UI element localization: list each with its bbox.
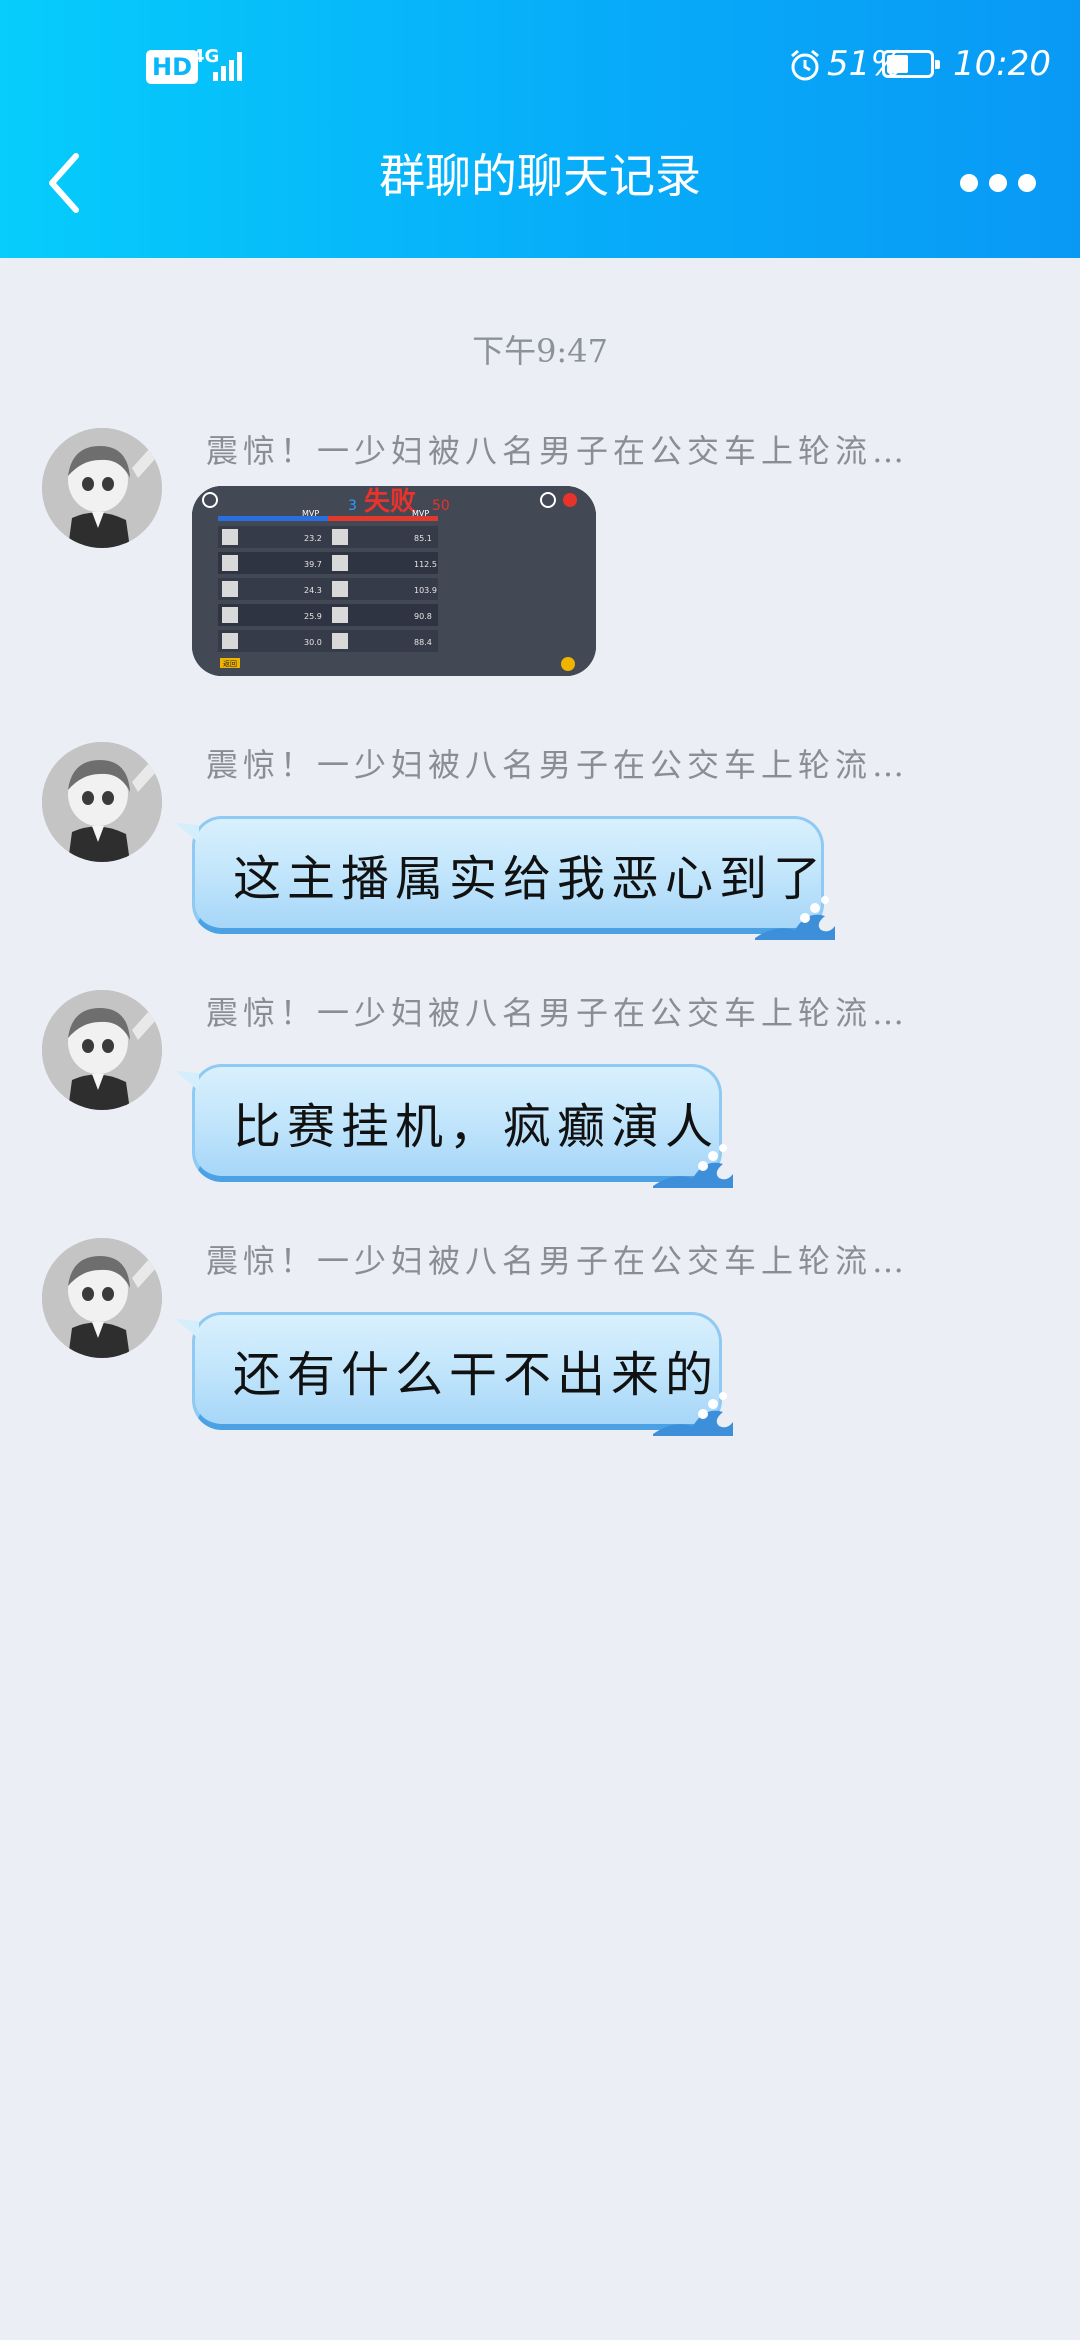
avatar[interactable]	[42, 428, 162, 548]
message-text: 还有什么干不出来的	[233, 1346, 720, 1403]
message-text: 比赛挂机，疯癫演人	[233, 1098, 720, 1155]
score-left: 3	[348, 498, 357, 514]
left-mvp-score: 39.7	[304, 560, 322, 569]
avatar-image	[42, 742, 162, 862]
game-row	[218, 630, 438, 652]
signal-icon	[213, 52, 242, 81]
left-mvp-score: 25.9	[304, 612, 322, 621]
right-mvp-score: 88.4	[414, 638, 432, 647]
wave-decoration-icon	[653, 1392, 733, 1436]
player-avatar	[222, 607, 238, 623]
more-dots-icon	[960, 174, 978, 192]
right-mvp-score: 90.8	[414, 612, 432, 621]
battery-icon	[882, 50, 940, 78]
sender-name: 震惊！一少妇被八名男子在公交车上轮流…	[206, 994, 910, 1032]
top-bar: HD 4G 51% 10:20 群聊的聊天记录	[0, 0, 1080, 258]
right-mvp-score: 85.1	[414, 534, 432, 543]
bubble-tail	[175, 1319, 199, 1339]
battery-fill	[887, 55, 908, 73]
wave-decoration-icon	[653, 1144, 733, 1188]
more-dot	[989, 174, 1007, 192]
left-mvp-score: 23.2	[304, 534, 322, 543]
more-button[interactable]	[960, 168, 1036, 198]
left-mvp-header: MVP	[302, 509, 319, 518]
right-mvp-header: MVP	[412, 509, 429, 518]
sender-name: 震惊！一少妇被八名男子在公交车上轮流…	[206, 746, 910, 784]
player-avatar	[222, 529, 238, 545]
player-avatar	[222, 633, 238, 649]
player-avatar	[222, 581, 238, 597]
alarm-icon	[791, 49, 819, 81]
time-divider: 下午9:47	[472, 332, 608, 370]
player-avatar	[332, 555, 348, 571]
game-result-screenshot: 失败 3 50 MVP MVP 23.2 85.1 39.7 112.5 24.3 103…	[192, 486, 596, 676]
more-dot	[1018, 174, 1036, 192]
image-message[interactable]: 失败 3 50 MVP MVP 23.2 85.1 39.7 112.5 24.3 103…	[192, 486, 596, 676]
hd-badge: HD	[146, 50, 199, 84]
battery-tip	[935, 60, 940, 69]
player-avatar	[332, 581, 348, 597]
left-mvp-score: 24.3	[304, 586, 322, 595]
avatar-image	[42, 990, 162, 1110]
wave-decoration-icon	[755, 896, 835, 940]
player-avatar	[332, 633, 348, 649]
game-row	[218, 526, 438, 548]
sender-name: 震惊！一少妇被八名男子在公交车上轮流…	[206, 1242, 910, 1280]
player-avatar	[332, 607, 348, 623]
game-row	[218, 552, 438, 574]
left-mvp-score: 30.0	[304, 638, 322, 647]
score-right: 50	[432, 498, 450, 514]
back-game-button: 返回	[223, 660, 237, 668]
player-avatar	[332, 529, 348, 545]
bubble-tail	[175, 1071, 199, 1091]
bubble-tail	[175, 823, 199, 843]
right-mvp-score: 112.5	[414, 560, 437, 569]
avatar[interactable]	[42, 990, 162, 1110]
message-bubble[interactable]: 还有什么干不出来的	[175, 1312, 733, 1436]
player-avatar	[222, 555, 238, 571]
clock: 10:20	[953, 44, 1051, 84]
message-text: 这主播属实给我恶心到了	[233, 850, 828, 907]
game-row	[218, 604, 438, 626]
sender-name: 震惊！一少妇被八名男子在公交车上轮流…	[206, 432, 910, 470]
game-result: 失败	[364, 487, 416, 517]
status-bar: HD 4G 51% 10:20	[0, 0, 1080, 130]
avatar[interactable]	[42, 742, 162, 862]
avatar[interactable]	[42, 1238, 162, 1358]
page-title: 群聊的聊天记录	[379, 149, 701, 203]
message-bubble[interactable]: 这主播属实给我恶心到了	[175, 816, 835, 940]
avatar-image	[42, 1238, 162, 1358]
game-row	[218, 578, 438, 600]
message-bubble[interactable]: 比赛挂机，疯癫演人	[175, 1064, 733, 1188]
avatar-image	[42, 428, 162, 548]
right-mvp-score: 103.9	[414, 586, 437, 595]
